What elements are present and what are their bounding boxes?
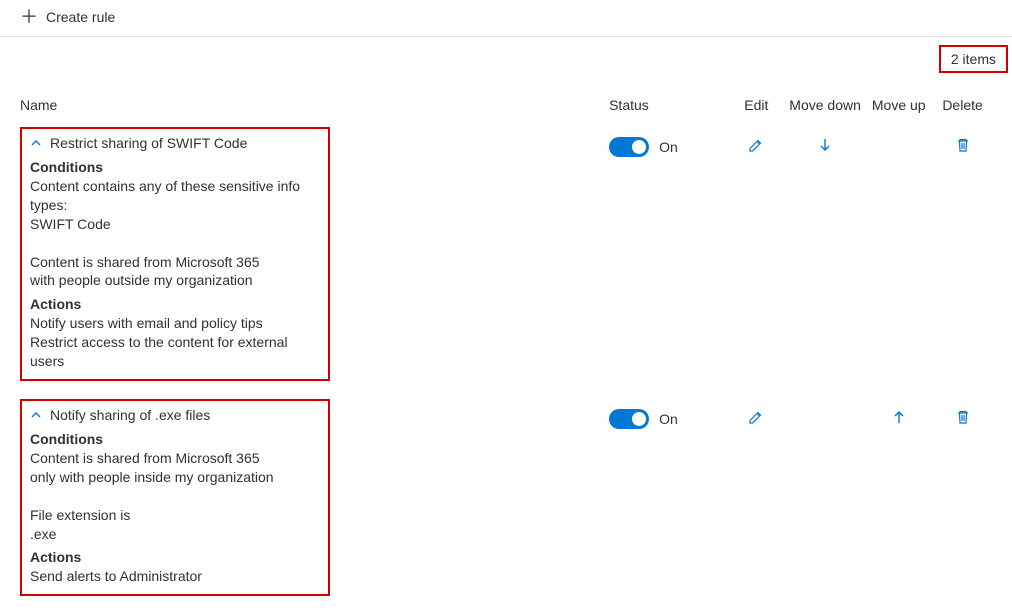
table-header: Name Status Edit Move down Move up Delet…	[0, 77, 1012, 123]
pencil-icon	[748, 137, 764, 153]
edit-cell	[727, 399, 786, 425]
edit-cell	[727, 127, 786, 153]
move-down-cell	[786, 399, 865, 409]
conditions-heading: Conditions	[30, 159, 318, 175]
delete-cell	[933, 127, 992, 153]
rule-title: Restrict sharing of SWIFT Code	[50, 135, 247, 151]
rule-title-line[interactable]: Restrict sharing of SWIFT Code	[30, 135, 318, 151]
rule-row: Restrict sharing of SWIFT Code Conditions…	[0, 123, 1012, 395]
conditions-heading: Conditions	[30, 431, 318, 447]
pencil-icon	[748, 409, 764, 425]
items-count-box: 2 items	[939, 45, 1008, 73]
rule-title-line[interactable]: Notify sharing of .exe files	[30, 407, 318, 423]
rule-row: Notify sharing of .exe files Conditions Co…	[0, 395, 1012, 610]
header-move-up: Move up	[864, 97, 933, 113]
header-move-down: Move down	[786, 97, 865, 113]
rule-detail-box: Restrict sharing of SWIFT Code Conditions…	[20, 127, 330, 381]
plus-icon: ＋	[20, 8, 38, 26]
create-rule-button[interactable]: ＋ Create rule	[20, 8, 115, 26]
status-label: On	[659, 411, 678, 427]
rule-name-cell: Restrict sharing of SWIFT Code Conditions…	[20, 127, 609, 389]
header-status: Status	[609, 97, 727, 113]
actions-text: Notify users with email and policy tips …	[30, 314, 318, 371]
conditions-text: Content is shared from Microsoft 365 onl…	[30, 449, 318, 543]
move-up-cell	[864, 399, 933, 425]
delete-button[interactable]	[955, 409, 971, 425]
actions-heading: Actions	[30, 549, 318, 565]
toolbar: ＋ Create rule	[0, 0, 1012, 37]
move-up-button[interactable]	[891, 409, 907, 425]
items-count-row: 2 items	[0, 37, 1012, 77]
arrow-down-icon	[817, 137, 833, 153]
chevron-up-icon	[30, 137, 44, 149]
header-name: Name	[20, 97, 609, 113]
items-count-label: 2 items	[951, 51, 996, 67]
actions-text: Send alerts to Administrator	[30, 567, 318, 586]
move-down-button[interactable]	[817, 137, 833, 153]
move-down-cell	[786, 127, 865, 153]
conditions-text: Content contains any of these sensitive …	[30, 177, 318, 290]
edit-button[interactable]	[748, 137, 764, 153]
status-toggle[interactable]	[609, 137, 649, 157]
create-rule-label: Create rule	[46, 9, 115, 25]
status-label: On	[659, 139, 678, 155]
header-edit: Edit	[727, 97, 786, 113]
arrow-up-icon	[891, 409, 907, 425]
edit-button[interactable]	[748, 409, 764, 425]
actions-heading: Actions	[30, 296, 318, 312]
delete-cell	[933, 399, 992, 425]
rule-detail-box: Notify sharing of .exe files Conditions Co…	[20, 399, 330, 596]
status-cell: On	[609, 399, 727, 429]
status-cell: On	[609, 127, 727, 157]
rule-name-cell: Notify sharing of .exe files Conditions Co…	[20, 399, 609, 604]
move-up-cell	[864, 127, 933, 137]
trash-icon	[955, 409, 971, 425]
delete-button[interactable]	[955, 137, 971, 153]
status-toggle[interactable]	[609, 409, 649, 429]
rule-title: Notify sharing of .exe files	[50, 407, 210, 423]
chevron-up-icon	[30, 409, 44, 421]
header-delete: Delete	[933, 97, 992, 113]
trash-icon	[955, 137, 971, 153]
